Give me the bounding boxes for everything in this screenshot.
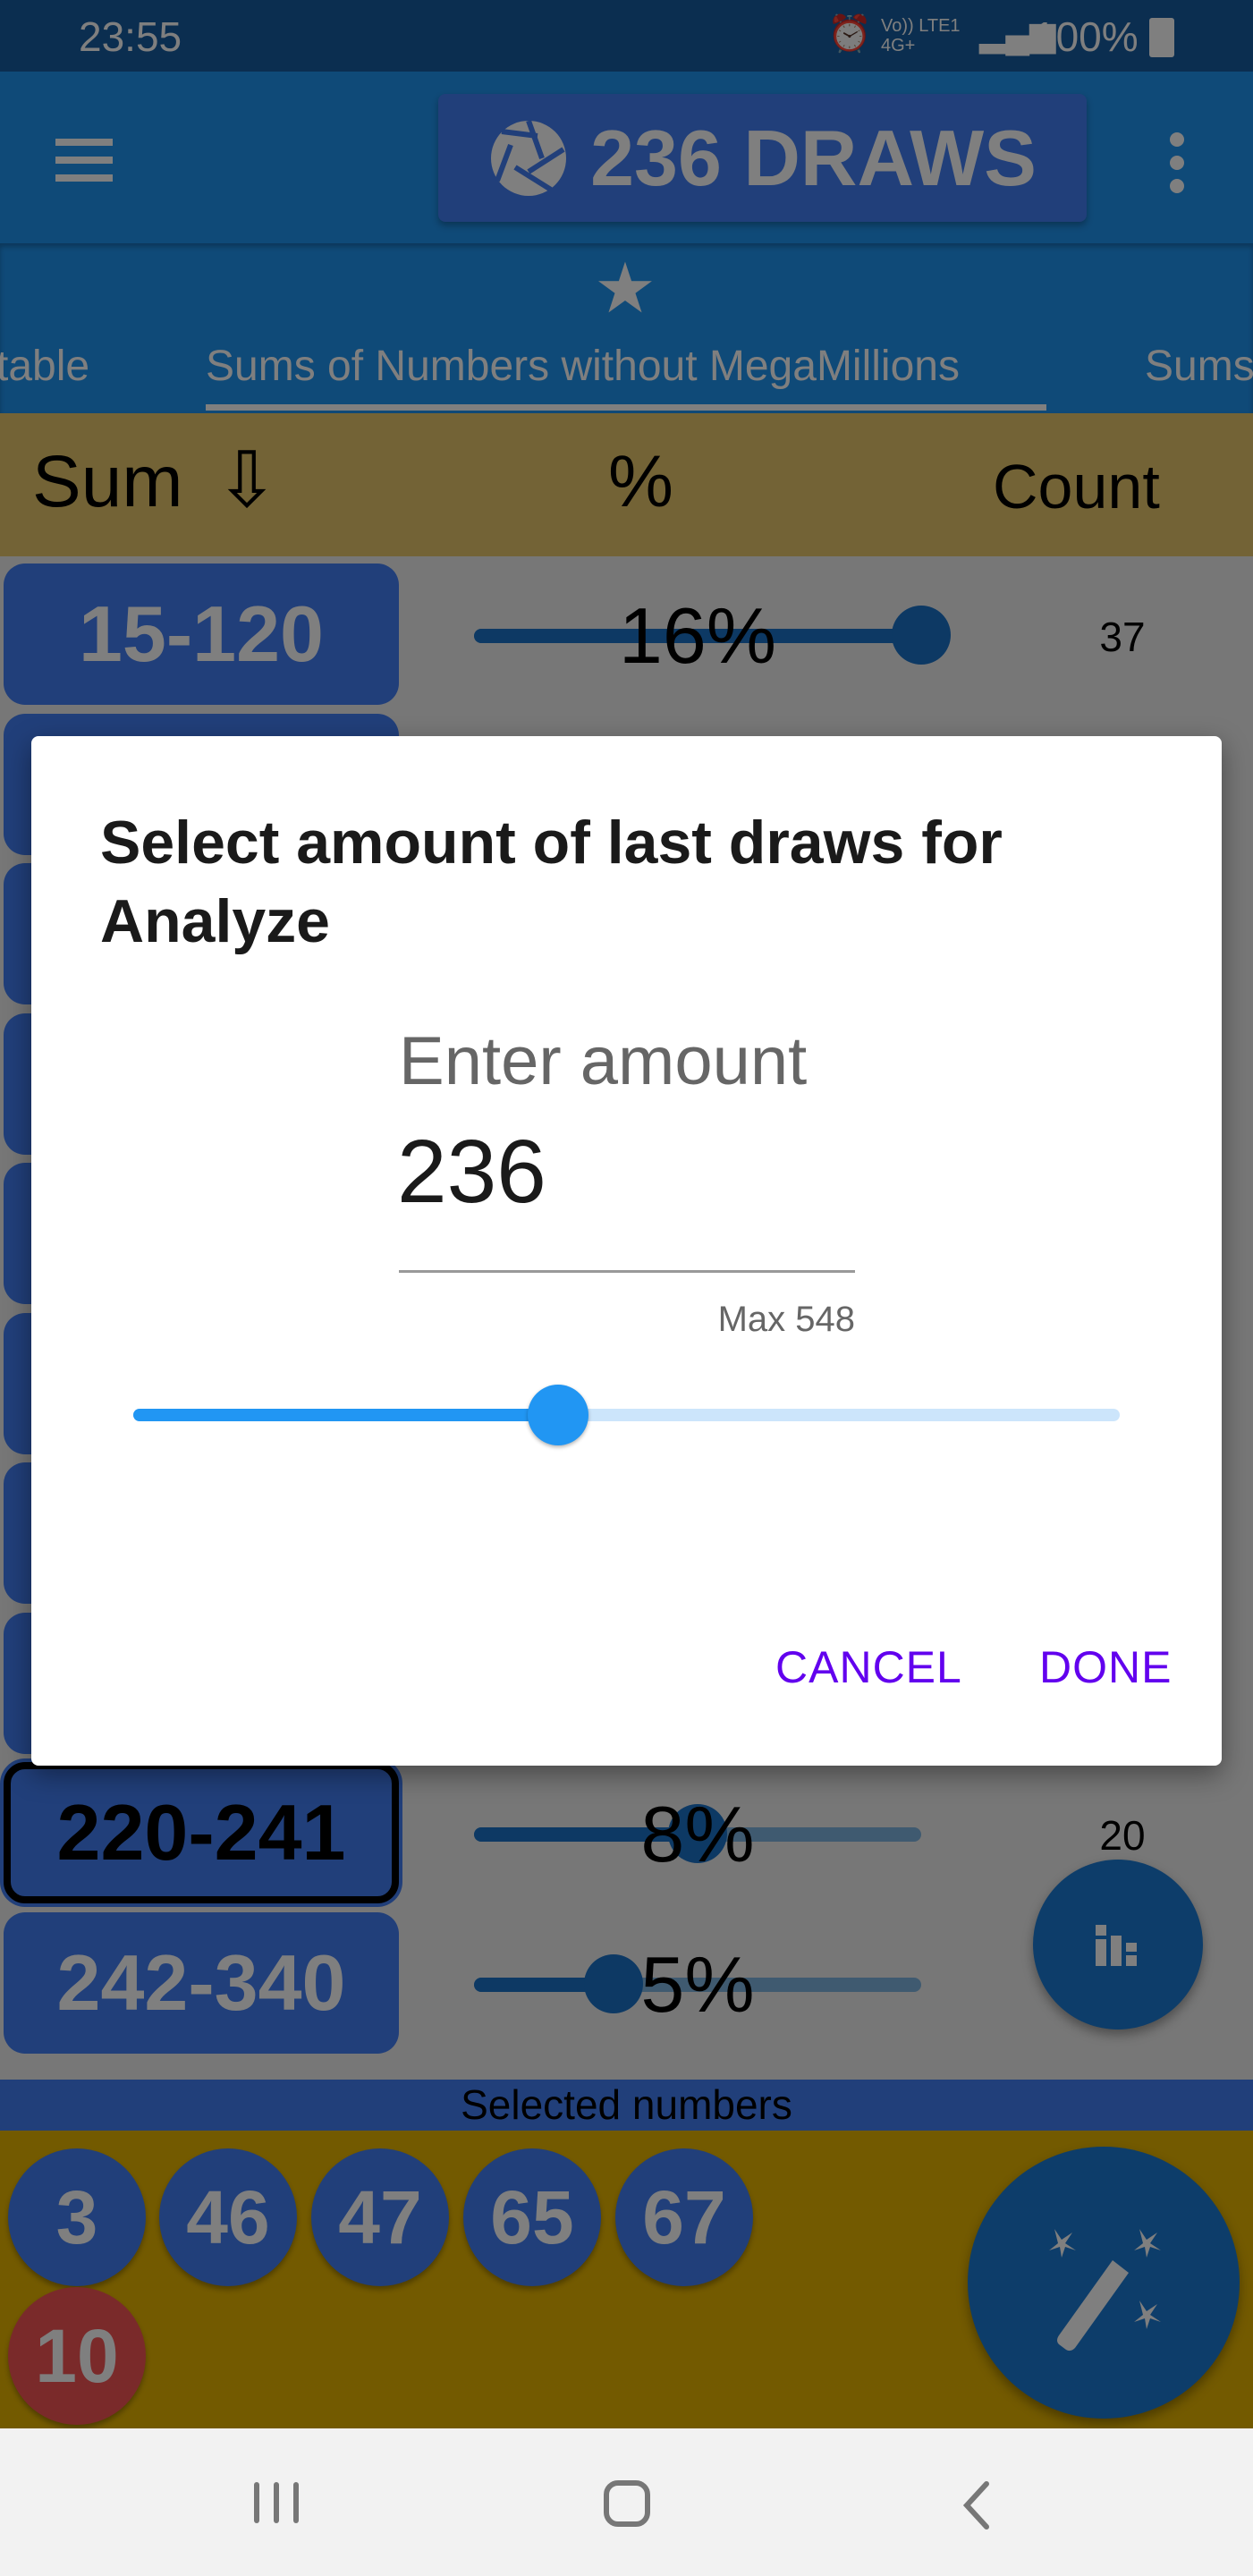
- max-helper-text: Max 548: [717, 1300, 855, 1339]
- draws-slider-fill: [133, 1409, 558, 1421]
- dialog-title: Select amount of last draws for Analyze: [100, 809, 1003, 955]
- amount-field-label: Enter amount: [399, 1023, 808, 1099]
- select-draws-dialog: Select amount of last draws for Analyze …: [31, 736, 1222, 1766]
- back-icon[interactable]: [961, 2480, 992, 2530]
- draws-slider-thumb[interactable]: [528, 1385, 588, 1445]
- draws-slider[interactable]: [133, 1385, 1120, 1445]
- recent-apps-icon[interactable]: [254, 2482, 299, 2523]
- done-button[interactable]: DONE: [1039, 1641, 1172, 1693]
- amount-input-underline: [399, 1270, 855, 1273]
- home-icon[interactable]: [604, 2480, 650, 2527]
- system-nav-bar: [0, 2428, 1253, 2576]
- cancel-button[interactable]: CANCEL: [775, 1641, 962, 1693]
- amount-input[interactable]: 236: [397, 1121, 546, 1224]
